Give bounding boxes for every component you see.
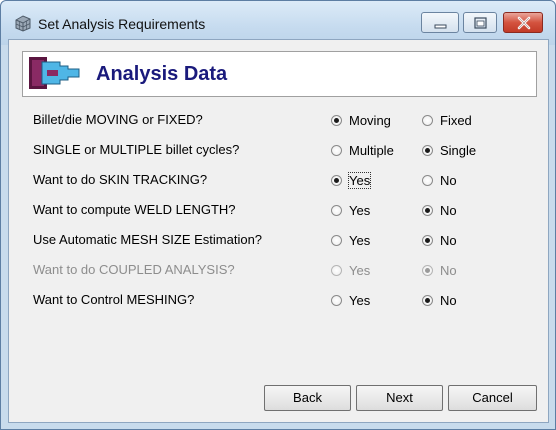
question-row-billet-cycles: SINGLE or MULTIPLE billet cycles? Multip… (9, 140, 549, 162)
radio-label[interactable]: Fixed (440, 113, 472, 128)
back-button[interactable]: Back (264, 385, 351, 411)
question-row-skin-tracking: Want to do SKIN TRACKING? Yes No (9, 170, 549, 192)
dialog-window: Set Analysis Requirements Analysis Data … (0, 0, 556, 430)
close-button[interactable] (503, 12, 543, 33)
question-label: Want to Control MESHING? (33, 292, 195, 307)
close-icon (517, 16, 531, 30)
window-title: Set Analysis Requirements (38, 16, 206, 32)
maximize-icon (474, 17, 487, 29)
question-row-mesh-size: Use Automatic MESH SIZE Estimation? Yes … (9, 230, 549, 252)
radio-indicator[interactable] (422, 115, 433, 126)
radio-indicator[interactable] (422, 235, 433, 246)
radio-label[interactable]: No (440, 173, 457, 188)
minimize-icon (434, 24, 447, 29)
header-banner: Analysis Data (22, 51, 537, 97)
radio-indicator[interactable] (422, 205, 433, 216)
radio-label[interactable]: Yes (347, 172, 372, 189)
question-row-control-meshing: Want to Control MESHING? Yes No (9, 290, 549, 312)
next-button[interactable]: Next (356, 385, 443, 411)
radio-label[interactable]: Single (440, 143, 476, 158)
radio-indicator[interactable] (331, 235, 342, 246)
grid-cube-icon (15, 15, 31, 32)
maximize-button[interactable] (463, 12, 497, 33)
radio-label[interactable]: No (440, 293, 457, 308)
radio-label[interactable]: Multiple (349, 143, 394, 158)
radio-indicator[interactable] (331, 145, 342, 156)
question-row-weld-length: Want to compute WELD LENGTH? Yes No (9, 200, 549, 222)
question-label: Want to compute WELD LENGTH? (33, 202, 236, 217)
question-label: Want to do COUPLED ANALYSIS? (33, 262, 235, 277)
header-title: Analysis Data (96, 63, 228, 85)
question-label: Use Automatic MESH SIZE Estimation? (33, 232, 263, 247)
radio-label[interactable]: Yes (349, 233, 370, 248)
radio-indicator[interactable] (422, 145, 433, 156)
question-label: Want to do SKIN TRACKING? (33, 172, 208, 187)
question-row-coupled-analysis: Want to do COUPLED ANALYSIS? Yes No (9, 260, 549, 282)
radio-indicator[interactable] (331, 115, 342, 126)
radio-label: No (440, 263, 457, 278)
radio-label[interactable]: Yes (349, 293, 370, 308)
radio-indicator[interactable] (422, 175, 433, 186)
radio-indicator[interactable] (331, 295, 342, 306)
question-label: Billet/die MOVING or FIXED? (33, 112, 203, 127)
cancel-button[interactable]: Cancel (448, 385, 537, 411)
minimize-button[interactable] (421, 12, 459, 33)
radio-label[interactable]: Moving (349, 113, 391, 128)
radio-indicator[interactable] (331, 175, 342, 186)
radio-label[interactable]: No (440, 203, 457, 218)
question-row-moving-fixed: Billet/die MOVING or FIXED? Moving Fixed (9, 110, 549, 132)
dialog-body: Analysis Data Billet/die MOVING or FIXED… (8, 39, 549, 423)
radio-indicator (422, 265, 433, 276)
radio-label: Yes (349, 263, 371, 278)
extrusion-die-icon (29, 57, 80, 89)
radio-label[interactable]: No (440, 233, 457, 248)
radio-indicator (331, 265, 342, 276)
question-label: SINGLE or MULTIPLE billet cycles? (33, 142, 240, 157)
radio-label[interactable]: Yes (349, 203, 370, 218)
radio-indicator[interactable] (422, 295, 433, 306)
radio-indicator[interactable] (331, 205, 342, 216)
